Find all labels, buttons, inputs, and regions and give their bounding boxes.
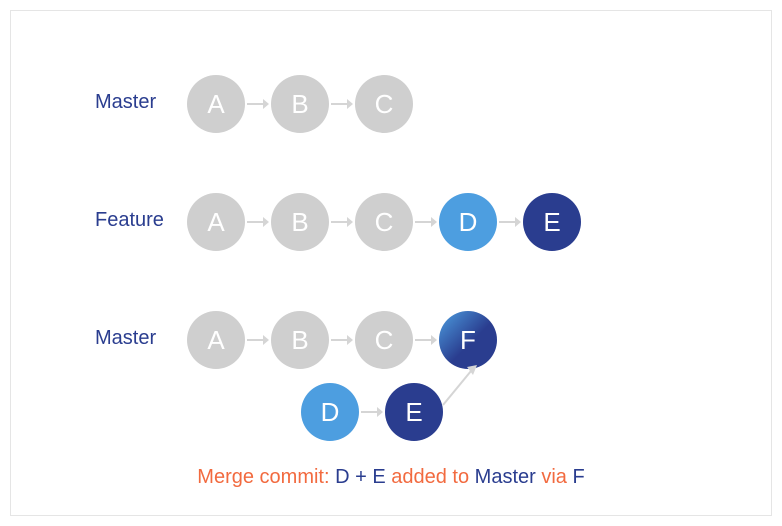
- commit-node-c: C: [355, 193, 413, 251]
- commit-label: A: [207, 89, 224, 120]
- arrow-icon: [247, 333, 269, 347]
- commit-label: A: [207, 207, 224, 238]
- caption-text: via: [536, 466, 573, 488]
- commit-node-d: D: [439, 193, 497, 251]
- commit-label: C: [375, 325, 394, 356]
- commit-label: B: [291, 325, 308, 356]
- caption-text: Merge commit:: [197, 466, 335, 488]
- arrow-icon: [247, 215, 269, 229]
- diagram-caption: Merge commit: D + E added to Master via …: [11, 466, 771, 489]
- caption-text: F: [572, 466, 584, 488]
- commit-node-d-merge: D: [301, 383, 359, 441]
- merge-arrow-icon: [441, 361, 481, 409]
- commit-label: D: [321, 397, 340, 428]
- caption-text: added to: [386, 466, 475, 488]
- commit-node-b: B: [271, 75, 329, 133]
- commit-label: A: [207, 325, 224, 356]
- commit-label: B: [291, 207, 308, 238]
- commit-node-e-merge: E: [385, 383, 443, 441]
- commit-label: C: [375, 207, 394, 238]
- commit-label: E: [543, 207, 560, 238]
- arrow-icon: [361, 405, 383, 419]
- commit-label: C: [375, 89, 394, 120]
- arrow-icon: [247, 97, 269, 111]
- commit-node-b: B: [271, 311, 329, 369]
- arrow-icon: [415, 215, 437, 229]
- commit-node-c: C: [355, 311, 413, 369]
- commit-label: D: [459, 207, 478, 238]
- branch-label-master-2: Master: [95, 327, 156, 350]
- commit-label: B: [291, 89, 308, 120]
- commit-node-c: C: [355, 75, 413, 133]
- commit-node-a: A: [187, 311, 245, 369]
- arrow-icon: [499, 215, 521, 229]
- caption-text: Master: [475, 466, 536, 488]
- branch-label-feature: Feature: [95, 209, 164, 232]
- caption-text: D + E: [335, 466, 386, 488]
- diagram-frame: Master A B C Feature A B C D E Master A …: [10, 10, 772, 516]
- commit-node-e: E: [523, 193, 581, 251]
- commit-node-b: B: [271, 193, 329, 251]
- commit-node-a: A: [187, 75, 245, 133]
- arrow-icon: [331, 333, 353, 347]
- arrow-icon: [415, 333, 437, 347]
- commit-label: F: [460, 325, 476, 356]
- branch-label-master-1: Master: [95, 91, 156, 114]
- arrow-icon: [331, 97, 353, 111]
- commit-node-a: A: [187, 193, 245, 251]
- commit-label: E: [405, 397, 422, 428]
- arrow-icon: [331, 215, 353, 229]
